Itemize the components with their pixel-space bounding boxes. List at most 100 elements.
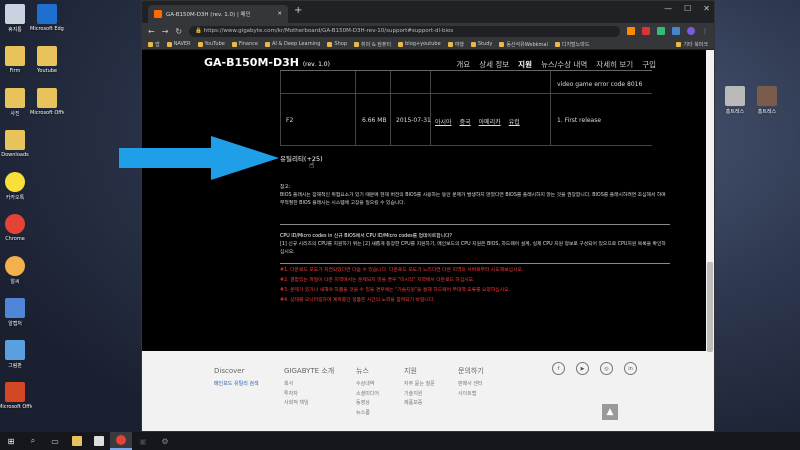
desktop-icon[interactable]: Firm bbox=[0, 46, 32, 74]
bookmark-item[interactable]: 취미 & 컴퓨터 bbox=[354, 41, 391, 48]
footer-link[interactable]: 수상내역 bbox=[356, 380, 379, 390]
reload-icon[interactable]: ↻ bbox=[175, 27, 182, 36]
mirror-link[interactable]: 중국 bbox=[460, 117, 471, 126]
explorer-icon[interactable] bbox=[66, 432, 88, 450]
bios-size: 6.66 MB bbox=[362, 117, 387, 124]
bookmark-item[interactable]: 여행 bbox=[447, 41, 464, 48]
terminal-icon[interactable]: ▣ bbox=[132, 432, 154, 450]
url-bar[interactable]: 🔒 https://www.gigabyte.com/kr/Motherboar… bbox=[189, 25, 620, 37]
desktop-icon[interactable]: 휴지통 bbox=[0, 4, 32, 33]
desktop-icon-label: Microsoft Office bbox=[30, 110, 64, 116]
maximize-button[interactable]: ☐ bbox=[684, 4, 691, 13]
bookmark-label: AI & Deep Learning bbox=[272, 41, 321, 47]
linkedin-icon[interactable]: in bbox=[624, 362, 637, 375]
bookmark-item[interactable]: NAVER bbox=[166, 41, 191, 47]
utility-link[interactable]: 유틸리티(+25) bbox=[280, 153, 323, 163]
instagram-icon[interactable]: ◎ bbox=[600, 362, 613, 375]
tab-close-icon[interactable]: ✕ bbox=[277, 11, 282, 17]
photos-icon[interactable] bbox=[88, 432, 110, 450]
desktop-icon[interactable]: Microsoft Office bbox=[30, 88, 64, 116]
footer-link[interactable]: 회사 bbox=[284, 380, 334, 390]
bookmark-item[interactable]: blog+youtube bbox=[398, 41, 441, 47]
divider bbox=[280, 263, 670, 264]
scrollbar-thumb[interactable] bbox=[707, 262, 713, 352]
back-icon[interactable]: ← bbox=[148, 27, 155, 36]
footer-link[interactable]: 자주 묻는 질문 bbox=[404, 380, 435, 390]
new-tab-button[interactable]: + bbox=[294, 5, 302, 16]
desktop-icon[interactable]: 사진 bbox=[0, 88, 32, 117]
desktop-icon[interactable]: 그림판 bbox=[0, 340, 32, 369]
tab-title: GA-B150M-D3H (rev. 1.0) | 메인 bbox=[166, 12, 251, 18]
bookmark-item[interactable]: Study bbox=[470, 41, 492, 47]
desktop-icon[interactable]: Downloads bbox=[0, 130, 32, 158]
desktop-icon[interactable]: Youtube bbox=[30, 46, 64, 74]
alcapture-icon bbox=[5, 298, 25, 318]
desktop-icon[interactable]: Microsoft Office Po... bbox=[0, 382, 32, 410]
footer-link[interactable]: 사이트맵 bbox=[458, 390, 484, 400]
scrollbar[interactable] bbox=[706, 50, 714, 431]
folder-icon bbox=[37, 88, 57, 108]
profile-avatar[interactable] bbox=[687, 27, 695, 35]
product-nav-item[interactable]: 개요 bbox=[456, 59, 470, 70]
desktop-icon-label: Firm bbox=[9, 68, 21, 74]
back-to-top-button[interactable]: ▲ bbox=[602, 404, 618, 420]
bookmark-item[interactable]: AI & Deep Learning bbox=[265, 41, 320, 47]
chrome-icon[interactable] bbox=[110, 432, 132, 450]
desktop-icon[interactable]: Microsoft Edge bbox=[30, 4, 64, 32]
extension-icon[interactable] bbox=[657, 27, 665, 35]
desktop-icon-label: Youtube bbox=[37, 68, 57, 74]
bookmark-item[interactable]: 앱 bbox=[148, 41, 160, 48]
mirror-link[interactable]: 유럽 bbox=[509, 117, 520, 126]
desktop-icon[interactable]: Chrome bbox=[0, 214, 32, 242]
extension-icon[interactable] bbox=[627, 27, 635, 35]
desktop-icon-label: 그림판 bbox=[8, 363, 22, 369]
product-nav-item[interactable]: 구입 bbox=[642, 59, 656, 70]
minimize-button[interactable]: — bbox=[664, 4, 672, 13]
search-icon[interactable]: ⌕ bbox=[22, 432, 44, 450]
task-view-icon[interactable]: ▭ bbox=[44, 432, 66, 450]
desktop-icon[interactable]: 카카오톡 bbox=[0, 172, 32, 201]
extension-icon[interactable] bbox=[672, 27, 680, 35]
bookmark-item[interactable]: 기타 북마크 bbox=[676, 41, 708, 48]
product-nav-item[interactable]: 상세 정보 bbox=[479, 59, 509, 70]
footer-link[interactable]: 투자자 bbox=[284, 390, 334, 400]
bookmark-item[interactable]: 동산석유Webkmal bbox=[499, 41, 548, 48]
desktop-icon[interactable]: 홈트레스 bbox=[718, 86, 752, 115]
footer-link[interactable]: 메인보드 유틸리 검색 bbox=[214, 380, 259, 390]
footer-link[interactable]: 판매사 센터 bbox=[458, 380, 484, 390]
footer-link[interactable]: 기술지원 bbox=[404, 390, 435, 400]
paint-icon bbox=[5, 340, 25, 360]
extension-icon[interactable] bbox=[642, 27, 650, 35]
menu-icon[interactable]: ⋮ bbox=[702, 28, 708, 35]
bookmark-item[interactable]: YouTube bbox=[197, 41, 225, 47]
desktop-icon[interactable]: 홈트레스 bbox=[750, 86, 784, 115]
desktop-icon[interactable]: 알캡처 bbox=[0, 298, 32, 327]
mirror-link[interactable]: 아메리카 bbox=[479, 117, 501, 126]
product-nav-item[interactable]: 뉴스/수상 내역 bbox=[541, 59, 587, 70]
bookmark-item[interactable]: Shop bbox=[327, 41, 347, 47]
footer-link[interactable]: 동영상 bbox=[356, 399, 379, 409]
bookmark-label: Shop bbox=[334, 41, 348, 47]
photo-folder-icon bbox=[757, 86, 777, 106]
youtube-icon[interactable]: ▶ bbox=[576, 362, 589, 375]
forward-icon[interactable]: → bbox=[162, 27, 169, 36]
product-nav-item[interactable]: 자세히 보기 bbox=[596, 59, 633, 70]
bookmark-label: 기타 북마크 bbox=[683, 41, 708, 48]
settings-icon[interactable]: ⚙ bbox=[154, 432, 176, 450]
bookmark-item[interactable]: 디지털노마드 bbox=[554, 41, 589, 48]
product-nav-item[interactable]: 지원 bbox=[518, 59, 532, 70]
browser-tab[interactable]: GA-B150M-D3H (rev. 1.0) | 메인 ✕ bbox=[148, 5, 288, 23]
mirror-link[interactable]: 아시아 bbox=[435, 117, 452, 126]
footer-link[interactable]: 제품보증 bbox=[404, 399, 435, 409]
desktop-icon[interactable]: 알씨 bbox=[0, 256, 32, 285]
footer-link[interactable]: 사회적 책임 bbox=[284, 399, 334, 409]
start-icon[interactable]: ⊞ bbox=[0, 432, 22, 450]
alsee-icon bbox=[5, 256, 25, 276]
footer-link[interactable]: 뉴스룸 bbox=[356, 409, 379, 419]
close-button[interactable]: ✕ bbox=[703, 4, 710, 13]
bookmark-item[interactable]: Finance bbox=[231, 41, 258, 47]
facebook-icon[interactable]: f bbox=[552, 362, 565, 375]
product-revision: (rev. 1.0) bbox=[302, 61, 330, 68]
folder-icon bbox=[447, 41, 453, 47]
footer-link[interactable]: 소셜미디어 bbox=[356, 390, 379, 400]
